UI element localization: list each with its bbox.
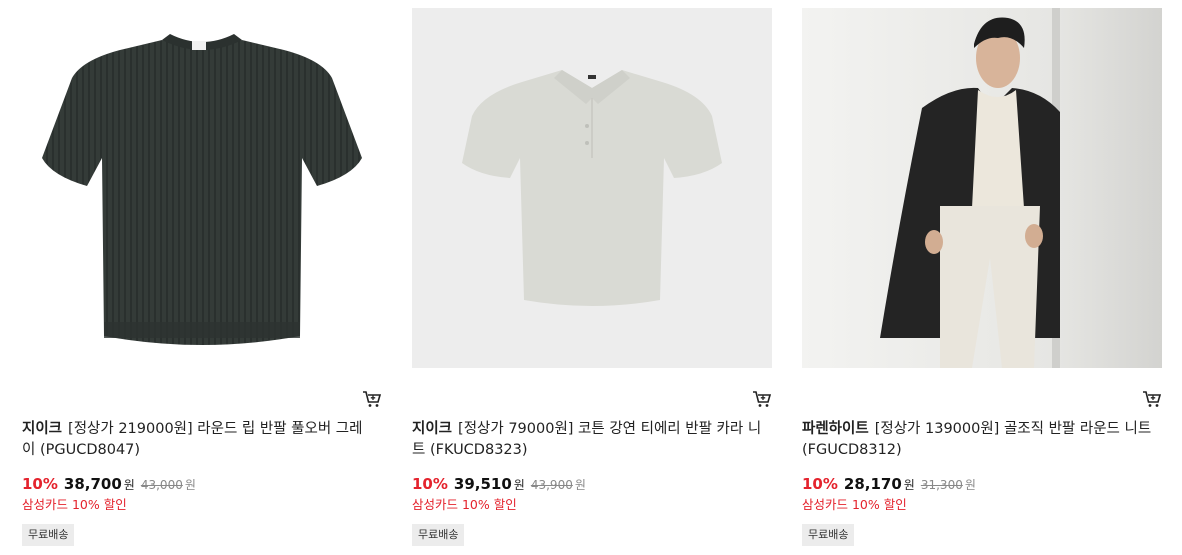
brand-name: 파렌하이트 <box>802 421 869 437</box>
product-card[interactable]: 지이크 [정상가 79000원] 코튼 강연 티에리 반팔 카라 니 트 (FKU… <box>412 8 772 546</box>
product-grid: 지이크 [정상가 219000원] 라운드 립 반팔 풀오버 그레 이 (PGUC… <box>0 0 1182 555</box>
product-image[interactable] <box>22 8 382 368</box>
price-unit: 원 <box>123 478 135 492</box>
dark-knit-tshirt-image <box>22 8 382 368</box>
free-shipping-badge: 무료배송 <box>802 524 855 546</box>
price-unit: 원 <box>513 478 525 492</box>
product-image[interactable] <box>412 8 772 368</box>
title-line1: [정상가 79000원] 코튼 강연 티에리 반팔 카라 니 <box>458 421 762 437</box>
product-title[interactable]: 지이크 [정상가 79000원] 코튼 강연 티에리 반팔 카라 니 트 (FKU… <box>412 419 772 461</box>
product-image[interactable] <box>802 8 1162 368</box>
sale-price: 28,170 <box>843 475 902 493</box>
title-line2: 이 (PGUCD8047) <box>22 442 141 458</box>
product-title[interactable]: 파렌하이트 [정상가 139000원] 골조직 반팔 라운드 니트 (FGUCD8… <box>802 419 1162 461</box>
discount-rate: 10% <box>412 475 448 493</box>
price-unit: 원 <box>903 478 915 492</box>
price-row: 10% 38,700 원 43,000 원 <box>22 474 196 495</box>
brand-name: 지이크 <box>22 421 63 437</box>
add-to-cart-icon[interactable] <box>1142 390 1162 408</box>
card-promo: 삼성카드 10% 할인 <box>802 497 907 512</box>
add-to-cart-icon[interactable] <box>752 390 772 408</box>
discount-rate: 10% <box>802 475 838 493</box>
model-coat-photo-image <box>802 8 1162 368</box>
title-line2: (FGUCD8312) <box>802 442 902 458</box>
original-price-unit: 원 <box>574 478 586 492</box>
price-row: 10% 39,510 원 43,900 원 <box>412 474 586 495</box>
title-line2: 트 (FKUCD8323) <box>412 442 528 458</box>
original-price-unit: 원 <box>184 478 196 492</box>
title-line1: [정상가 139000원] 골조직 반팔 라운드 니트 <box>874 421 1152 437</box>
free-shipping-badge: 무료배송 <box>412 524 465 546</box>
product-title[interactable]: 지이크 [정상가 219000원] 라운드 립 반팔 풀오버 그레 이 (PGUC… <box>22 419 382 461</box>
sale-price: 39,510 <box>453 475 512 493</box>
original-price: 43,000 <box>140 478 183 492</box>
discount-rate: 10% <box>22 475 58 493</box>
card-promo: 삼성카드 10% 할인 <box>22 497 127 512</box>
product-card[interactable]: 파렌하이트 [정상가 139000원] 골조직 반팔 라운드 니트 (FGUCD8… <box>802 8 1162 546</box>
price-row: 10% 28,170 원 31,300 원 <box>802 474 976 495</box>
brand-name: 지이크 <box>412 421 453 437</box>
original-price-unit: 원 <box>964 478 976 492</box>
light-polo-knit-image <box>412 8 772 368</box>
original-price: 43,900 <box>530 478 573 492</box>
free-shipping-badge: 무료배송 <box>22 524 75 546</box>
product-card[interactable]: 지이크 [정상가 219000원] 라운드 립 반팔 풀오버 그레 이 (PGUC… <box>22 8 382 546</box>
original-price: 31,300 <box>920 478 963 492</box>
sale-price: 38,700 <box>63 475 122 493</box>
card-promo: 삼성카드 10% 할인 <box>412 497 517 512</box>
add-to-cart-icon[interactable] <box>362 390 382 408</box>
title-line1: [정상가 219000원] 라운드 립 반팔 풀오버 그레 <box>68 421 363 437</box>
